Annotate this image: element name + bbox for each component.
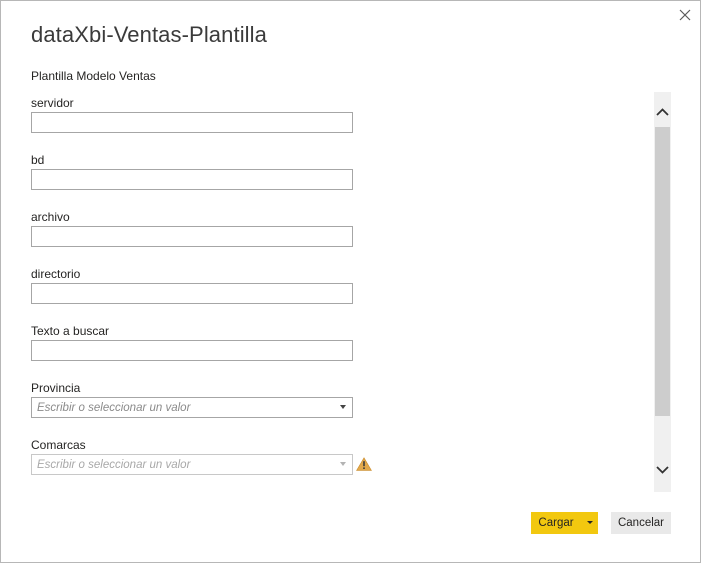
vertical-scrollbar[interactable] xyxy=(654,92,671,492)
texto-buscar-label: Texto a buscar xyxy=(31,324,110,338)
bd-label: bd xyxy=(31,153,45,167)
servidor-input[interactable] xyxy=(31,112,353,133)
dialog-title: dataXbi-Ventas-Plantilla xyxy=(31,22,267,47)
provincia-label: Provincia xyxy=(31,381,81,395)
directorio-input[interactable] xyxy=(31,283,353,304)
archivo-label: archivo xyxy=(31,210,70,224)
texto-buscar-input[interactable] xyxy=(31,340,353,361)
cancel-button[interactable]: Cancelar xyxy=(611,512,671,534)
bd-input[interactable] xyxy=(31,169,353,190)
close-icon[interactable] xyxy=(677,7,693,23)
warning-icon xyxy=(356,457,372,471)
comarcas-label: Comarcas xyxy=(31,438,86,452)
scrollbar-thumb[interactable] xyxy=(655,127,670,416)
provincia-combobox[interactable]: Escribir o seleccionar un valor xyxy=(31,397,353,418)
archivo-input[interactable] xyxy=(31,226,353,247)
dialog-subtitle: Plantilla Modelo Ventas xyxy=(31,69,156,83)
chevron-down-icon[interactable] xyxy=(583,512,598,534)
load-split-button[interactable]: Cargar xyxy=(531,512,598,534)
chevron-down-icon[interactable] xyxy=(340,462,346,466)
servidor-label: servidor xyxy=(31,96,74,110)
comarcas-combobox[interactable]: Escribir o seleccionar un valor xyxy=(31,454,353,475)
dialog: dataXbi-Ventas-Plantilla Plantilla Model… xyxy=(0,0,701,563)
chevron-down-icon[interactable] xyxy=(340,405,346,409)
chevron-up-icon[interactable] xyxy=(654,102,671,122)
directorio-label: directorio xyxy=(31,267,81,281)
provincia-placeholder: Escribir o seleccionar un valor xyxy=(37,402,191,414)
comarcas-placeholder: Escribir o seleccionar un valor xyxy=(37,459,191,471)
load-button[interactable]: Cargar xyxy=(531,512,581,534)
chevron-down-icon[interactable] xyxy=(654,460,671,480)
